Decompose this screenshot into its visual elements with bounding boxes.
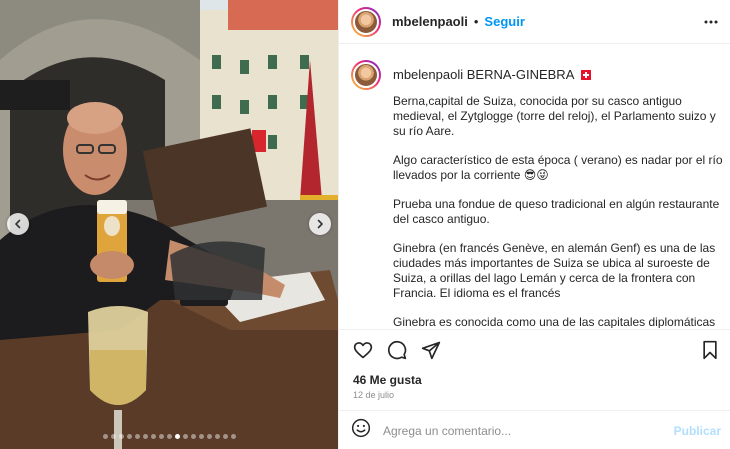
post-actions: 46 Me gusta 12 de julio Publicar [339,329,730,449]
caption-location: BERNA-GINEBRA [466,67,574,82]
post-date[interactable]: 12 de julio [353,390,394,400]
caption-username[interactable]: mbelenpaoli [393,67,463,82]
post-photo[interactable] [0,0,338,449]
carousel-indicator [0,434,338,439]
chevron-left-icon [15,219,21,229]
carousel-dot [174,434,180,439]
carousel-dot [190,434,196,439]
caption-paragraph: Ginebra (en francés Genève, en alemán Ge… [393,241,716,300]
emoji-icon[interactable] [351,418,371,443]
username[interactable]: mbelenpaoli [392,14,468,29]
chevron-right-icon [317,219,323,229]
follow-button[interactable]: Seguir [484,14,524,29]
carousel-dot [110,434,116,439]
carousel-dot [206,434,212,439]
carousel-dot [150,434,156,439]
carousel-dot [134,434,140,439]
carousel-dot [214,434,220,439]
carousel-dot [158,434,164,439]
caption-paragraph: Berna,capital de Suiza, conocida por su … [393,94,716,138]
caption-paragraph: Ginebra es conocida como una de las capi… [393,315,716,328]
carousel-dot [102,434,108,439]
photo-scene [0,0,338,449]
carousel-next-button[interactable] [309,213,331,235]
carousel-dot [198,434,204,439]
carousel-dot [230,434,236,439]
heart-icon[interactable] [353,340,373,365]
likes-count[interactable]: 46 Me gusta [353,373,422,387]
caption-avatar[interactable] [351,60,381,90]
carousel-dot [166,434,172,439]
caption-paragraph: Algo característico de esta época ( vera… [393,153,723,182]
carousel-dot [182,434,188,439]
comment-icon[interactable] [387,340,407,365]
separator-dot: • [473,14,479,29]
carousel-dot [222,434,228,439]
caption-body: Berna,capital de Suiza, conocida por su … [393,94,723,328]
bookmark-icon[interactable] [701,340,719,365]
carousel-dot [142,434,148,439]
caption-header: mbelenpaoli BERNA-GINEBRA [393,67,592,82]
post-header: mbelenpaoli • Seguir [339,0,730,44]
publish-button[interactable]: Publicar [674,424,721,438]
share-icon[interactable] [421,340,441,365]
swiss-flag-icon [581,70,592,80]
carousel-dot [118,434,124,439]
comment-bar: Publicar [339,410,730,449]
carousel-dot [126,434,132,439]
carousel-prev-button[interactable] [7,213,29,235]
comment-input[interactable] [383,423,663,438]
post-caption: mbelenpaoli BERNA-GINEBRA Berna,capital … [351,60,723,328]
post-details-pane: mbelenpaoli • Seguir mbelenpaoli BERNA-G… [338,0,730,449]
avatar[interactable] [351,6,381,37]
more-options-icon[interactable] [703,14,719,35]
caption-paragraph: Prueba una fondue de queso tradicional e… [393,197,720,226]
